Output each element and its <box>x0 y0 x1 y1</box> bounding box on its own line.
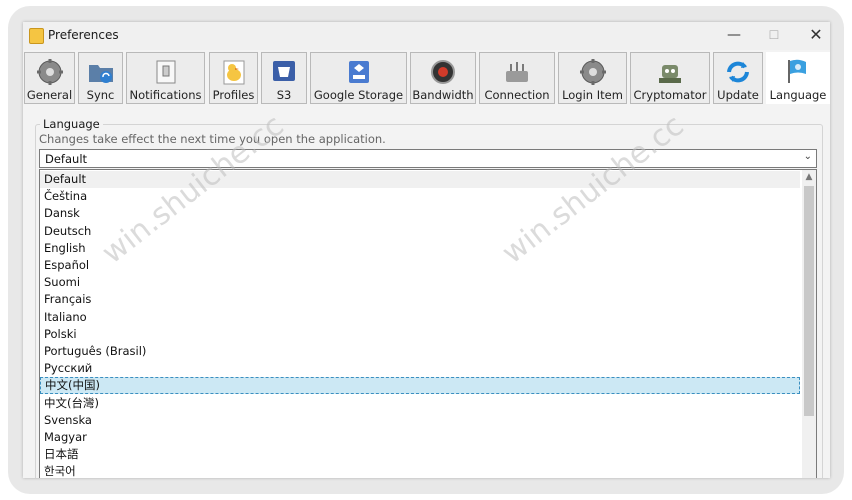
language-panel: Language Changes take effect the next ti… <box>23 104 830 478</box>
tab-cryptomator[interactable]: Cryptomator <box>630 52 710 104</box>
language-option[interactable]: Français <box>40 291 800 308</box>
language-option[interactable]: English <box>40 240 800 257</box>
language-group-title: Language <box>40 117 103 131</box>
tab-profiles[interactable]: Profiles <box>209 52 258 104</box>
language-option[interactable]: Magyar <box>40 429 800 446</box>
language-option[interactable]: 日本語 <box>40 446 800 463</box>
s3-bucket-icon <box>273 61 295 81</box>
gear-icon <box>36 59 63 85</box>
app-icon <box>29 28 44 44</box>
tab-login-item[interactable]: Login Item <box>558 52 627 104</box>
language-option[interactable]: Português (Brasil) <box>40 343 800 360</box>
dropdown-scrollbar[interactable]: ▲ <box>802 170 816 478</box>
language-select[interactable]: Default ⌄ <box>39 149 817 168</box>
tab-notifications[interactable]: Notifications <box>126 52 205 104</box>
tab-general[interactable]: General <box>24 52 75 104</box>
tab-connection[interactable]: Connection <box>479 52 555 104</box>
connection-router-icon <box>506 62 528 82</box>
tab-label: Notifications <box>129 88 202 102</box>
tab-label: Cryptomator <box>633 88 707 102</box>
language-option[interactable]: Italiano <box>40 309 800 326</box>
login-gear-icon <box>579 59 606 85</box>
restart-hint: Changes take effect the next time you op… <box>39 132 386 146</box>
preferences-window: Preferences — ☐ ✕ General Sync Notificat… <box>23 22 830 478</box>
close-button[interactable]: ✕ <box>795 22 830 50</box>
language-option[interactable]: Español <box>40 257 800 274</box>
profiles-duck-icon <box>223 60 244 85</box>
tab-label: Sync <box>86 88 115 102</box>
tab-label: S3 <box>276 88 292 102</box>
scroll-up-arrow-icon[interactable]: ▲ <box>802 170 816 184</box>
title-bar: Preferences — ☐ ✕ <box>23 22 830 50</box>
tab-label: Login Item <box>562 88 623 102</box>
google-storage-icon <box>348 61 369 83</box>
language-option[interactable]: Русский <box>40 360 800 377</box>
language-select-value: Default <box>45 152 88 166</box>
sync-folder-icon <box>88 65 113 83</box>
notification-switch-icon <box>156 60 175 84</box>
cryptomator-robot-icon <box>659 65 681 83</box>
tab-google-storage[interactable]: Google Storage <box>310 52 407 104</box>
tab-update[interactable]: Update <box>713 52 763 104</box>
update-arrows-icon <box>727 61 749 83</box>
tab-language[interactable]: Language <box>766 52 830 106</box>
window-title: Preferences <box>48 28 119 42</box>
language-option[interactable]: Deutsch <box>40 223 800 240</box>
language-option[interactable]: Default <box>40 171 800 188</box>
maximize-button[interactable]: ☐ <box>753 22 795 50</box>
tab-label: Google Storage <box>313 88 404 102</box>
language-option[interactable]: Svenska <box>40 412 800 429</box>
tab-label: Update <box>717 88 759 102</box>
language-option[interactable]: Suomi <box>40 274 800 291</box>
language-dropdown-list[interactable]: Default Čeština Dansk Deutsch English Español… <box>39 169 817 478</box>
chevron-down-icon[interactable]: ⌄ <box>804 151 812 162</box>
tab-bandwidth[interactable]: Bandwidth <box>410 52 476 104</box>
language-flag-icon <box>788 59 806 83</box>
tab-label: Profiles <box>212 88 255 102</box>
language-option[interactable]: Čeština <box>40 188 800 205</box>
language-option[interactable]: 한국어 <box>40 463 800 478</box>
minimize-button[interactable]: — <box>713 22 755 50</box>
language-option[interactable]: 中文(台灣) <box>40 395 800 412</box>
tab-sync[interactable]: Sync <box>78 52 123 104</box>
tab-label: Connection <box>484 88 550 102</box>
tab-s3[interactable]: S3 <box>261 52 307 104</box>
tab-label: Language <box>769 88 827 102</box>
tab-label: Bandwidth <box>412 88 474 102</box>
tab-label: General <box>26 88 73 102</box>
scroll-thumb[interactable] <box>804 186 814 416</box>
bandwidth-gauge-icon <box>431 60 455 84</box>
language-option[interactable]: Dansk <box>40 205 800 222</box>
language-option[interactable]: 中文(中国) <box>40 377 800 395</box>
language-option[interactable]: Polski <box>40 326 800 343</box>
